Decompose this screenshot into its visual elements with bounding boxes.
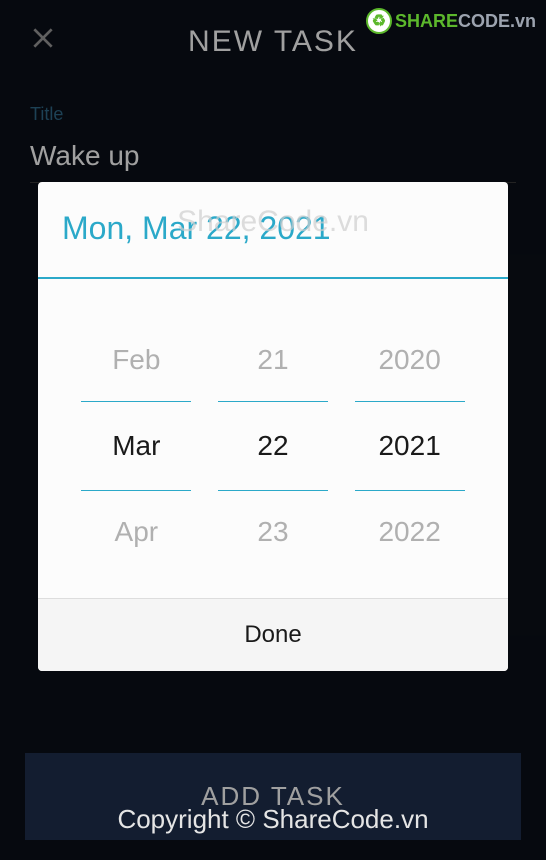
picker-body: Feb Mar Apr 21 22 23 2020 2021 2022: [38, 279, 508, 598]
done-button[interactable]: Done: [244, 621, 301, 649]
logo-text-suffix: .vn: [510, 11, 536, 32]
day-column[interactable]: 21 22 23: [218, 329, 328, 563]
logo-text-share: SHARE: [395, 11, 458, 32]
day-selected[interactable]: 22: [218, 401, 328, 491]
logo-text-code: CODE: [458, 11, 510, 32]
date-picker-dialog: Mon, Mar 22, 2021 Feb Mar Apr 21 22 23 2…: [38, 182, 508, 671]
year-column[interactable]: 2020 2021 2022: [355, 329, 465, 563]
month-selected[interactable]: Mar: [81, 401, 191, 491]
year-next[interactable]: 2022: [355, 501, 465, 563]
year-selected[interactable]: 2021: [355, 401, 465, 491]
selected-date-text: Mon, Mar 22, 2021: [62, 210, 484, 247]
month-column[interactable]: Feb Mar Apr: [81, 329, 191, 563]
month-prev[interactable]: Feb: [81, 329, 191, 391]
day-next[interactable]: 23: [218, 501, 328, 563]
watermark-logo: ♻ SHARECODE.vn: [366, 8, 536, 34]
year-prev[interactable]: 2020: [355, 329, 465, 391]
month-next[interactable]: Apr: [81, 501, 191, 563]
day-prev[interactable]: 21: [218, 329, 328, 391]
recycle-icon: ♻: [366, 8, 392, 34]
dialog-header: Mon, Mar 22, 2021: [38, 182, 508, 279]
dialog-footer: Done: [38, 598, 508, 671]
modal-overlay: Mon, Mar 22, 2021 Feb Mar Apr 21 22 23 2…: [0, 0, 546, 860]
